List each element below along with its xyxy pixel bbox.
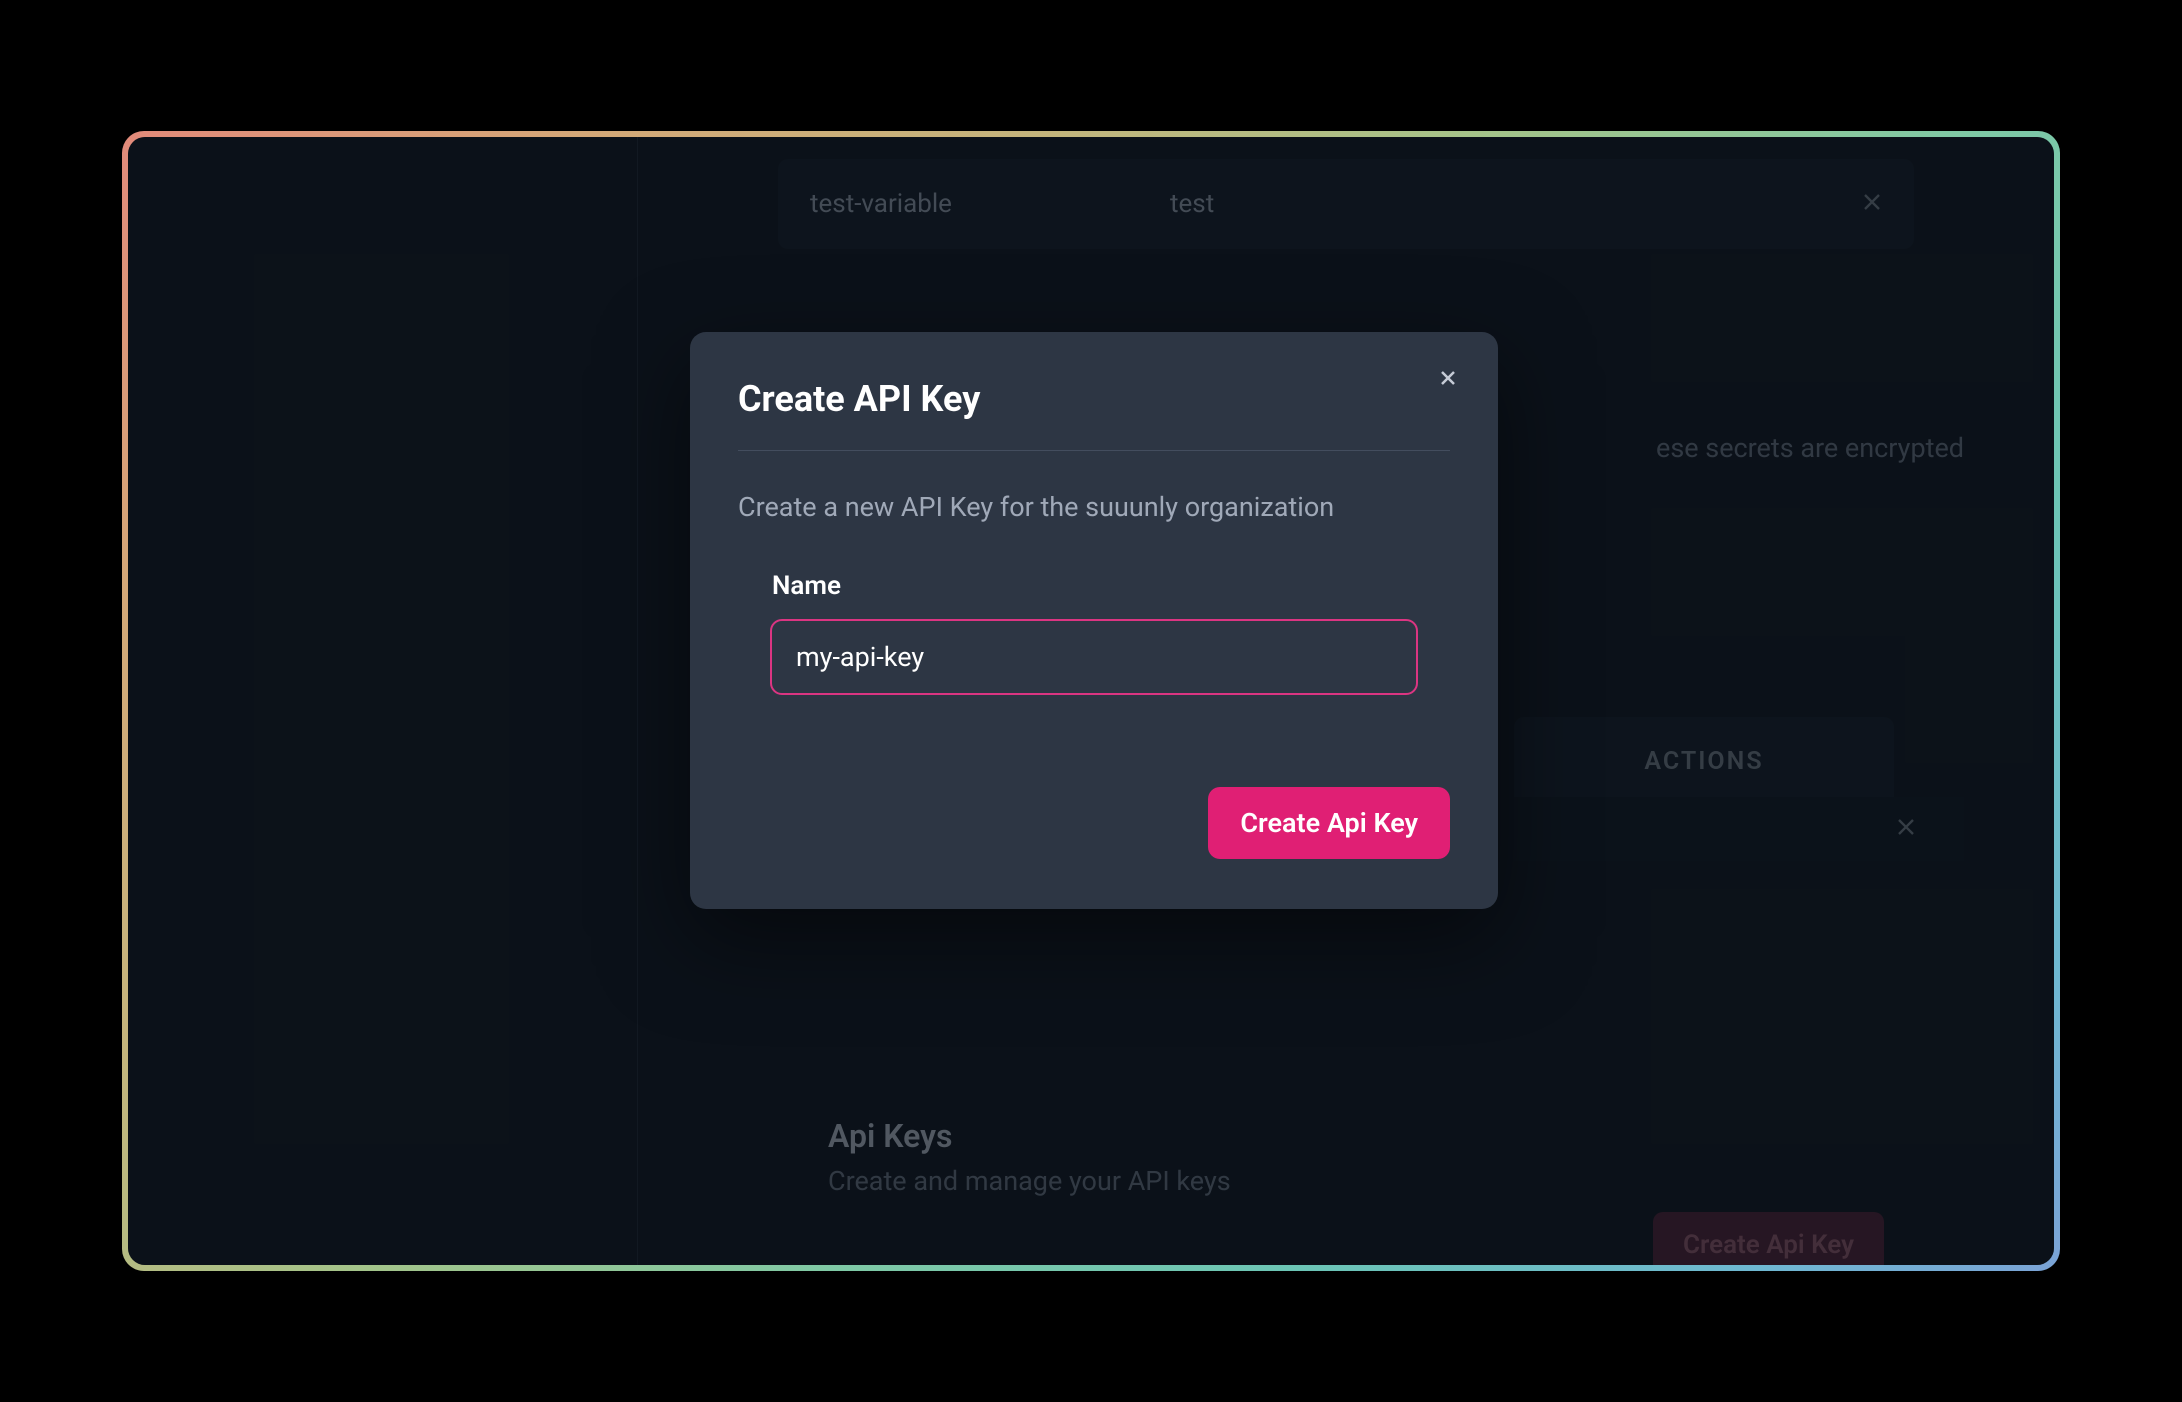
close-icon[interactable]	[1432, 362, 1464, 398]
divider	[738, 450, 1450, 451]
modal-title: Create API Key	[738, 378, 1450, 420]
modal-description: Create a new API Key for the suuunly org…	[738, 491, 1450, 523]
api-key-name-input[interactable]	[770, 619, 1418, 695]
modal-footer: Create Api Key	[738, 787, 1450, 859]
window-frame: test-variable test ese secrets are encry…	[122, 131, 2060, 1271]
create-api-key-button[interactable]: Create Api Key	[1208, 787, 1450, 859]
name-field-label: Name	[772, 571, 1450, 601]
create-api-key-modal: Create API Key Create a new API Key for …	[690, 332, 1498, 909]
app-window: test-variable test ese secrets are encry…	[128, 137, 2054, 1265]
